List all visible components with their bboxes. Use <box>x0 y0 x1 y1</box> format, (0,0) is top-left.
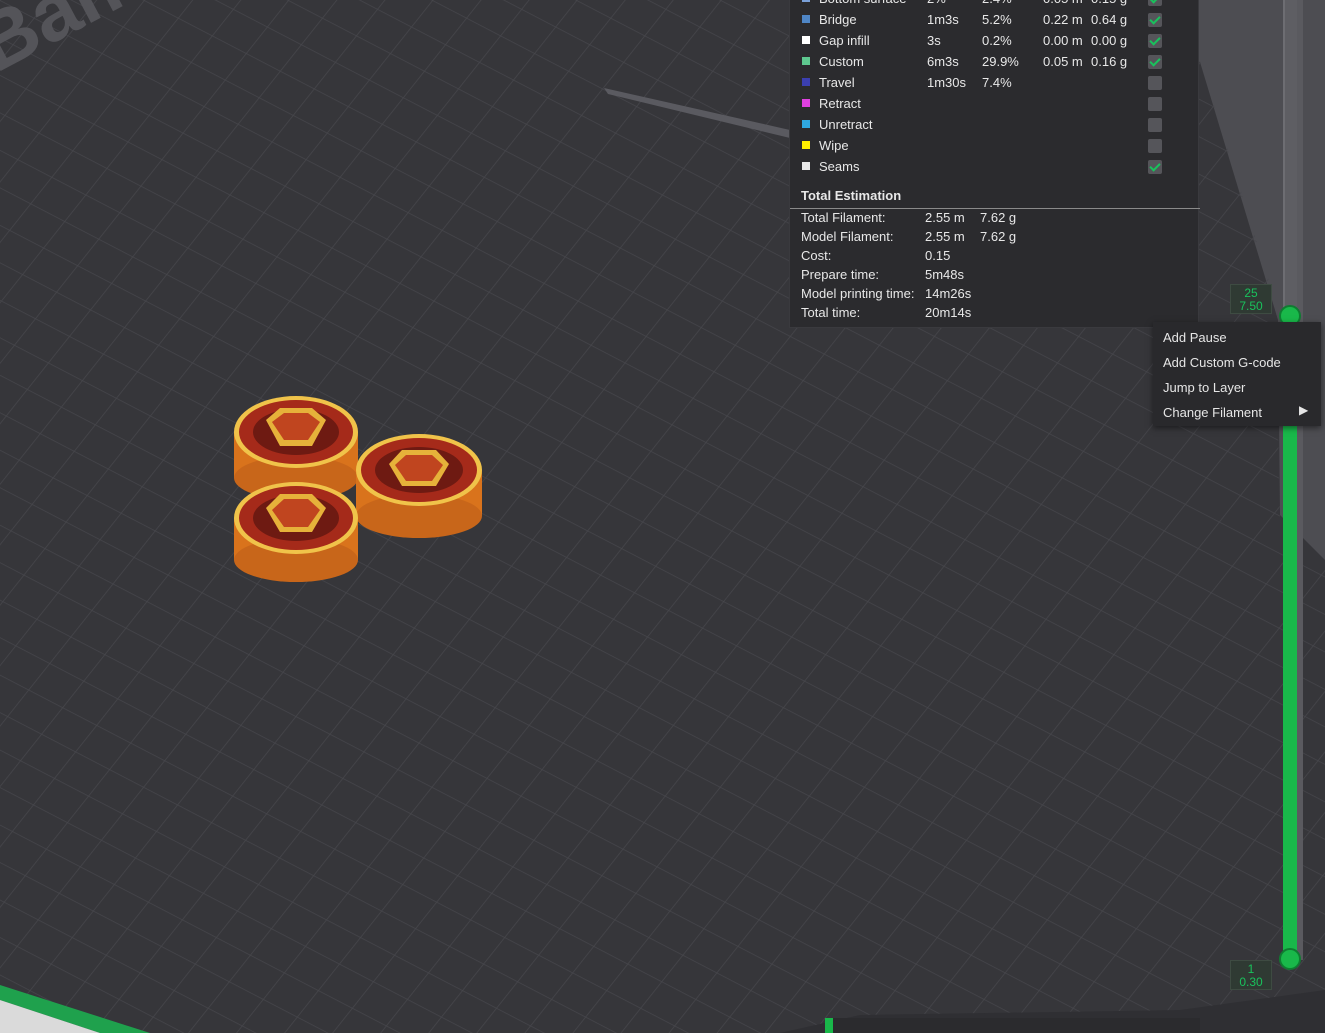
total-value: 0.15 <box>925 248 951 263</box>
menu-item-add-custom-gcode[interactable]: Add Custom G-code <box>1153 349 1321 374</box>
top-layer-height: 7.50 <box>1239 299 1263 313</box>
legend-visibility-checkbox[interactable] <box>1148 160 1162 174</box>
legend-visibility-checkbox[interactable] <box>1148 97 1162 111</box>
legend-visibility-checkbox[interactable] <box>1148 55 1162 69</box>
layer-slider-upper-rail[interactable] <box>1283 0 1297 316</box>
slider-rail <box>1297 0 1303 960</box>
legend-feature-weight: 0.64 g <box>1091 12 1128 27</box>
legend-row-custom: Custom 6m3s 29.9% 0.05 m 0.16 g <box>790 52 1200 73</box>
legend-swatch <box>802 99 810 107</box>
legend-row-travel: Travel 1m30s 7.4% <box>790 73 1200 94</box>
legend-feature-name: Bottom surface <box>819 0 906 6</box>
legend-feature-weight: 0.15 g <box>1091 0 1127 6</box>
sliced-part-3[interactable] <box>234 482 358 582</box>
legend-visibility-checkbox[interactable] <box>1148 13 1162 27</box>
sliced-part-2[interactable] <box>356 434 482 538</box>
total-row: Cost: 0.15 <box>790 247 1200 266</box>
legend-row-unretract: Unretract <box>790 115 1200 136</box>
total-row: Total time: 20m14s <box>790 304 1200 323</box>
total-label: Prepare time: <box>801 267 880 282</box>
total-row: Model Filament: 2.55 m 7.62 g <box>790 228 1200 247</box>
legend-feature-name: Custom <box>819 54 864 69</box>
legend-feature-length: 0.05 m <box>1043 0 1083 6</box>
gcode-legend-panel: Bottom surface 2% 2.4% 0.05 m 0.15 g Bridge 1m… <box>789 0 1200 328</box>
layer-context-menu: Add Pause Add Custom G-code Jump to Laye… <box>1153 322 1321 426</box>
legend-feature-percent: 0.2% <box>982 33 1012 48</box>
legend-feature-time: 6m3s <box>927 54 959 69</box>
bottom-toolbar-accent <box>825 1018 833 1033</box>
bottom-layer-label: 1 0.30 <box>1230 960 1272 990</box>
legend-feature-name: Wipe <box>819 138 849 153</box>
legend-row-retract: Retract <box>790 94 1200 115</box>
legend-visibility-checkbox[interactable] <box>1148 0 1162 6</box>
total-value: 2.55 m <box>925 210 965 225</box>
menu-item-jump-to-layer[interactable]: Jump to Layer <box>1153 374 1321 399</box>
total-row: Model printing time: 14m26s <box>790 285 1200 304</box>
total-value: 5m48s <box>925 267 965 282</box>
legend-feature-percent: 5.2% <box>982 12 1012 27</box>
total-label: Total time: <box>801 305 861 320</box>
legend-feature-percent: 2.4% <box>982 0 1012 6</box>
total-value: 2.55 m <box>925 229 965 244</box>
legend-swatch <box>802 57 810 65</box>
legend-swatch <box>802 162 810 170</box>
legend-row-seams: Seams <box>790 157 1200 178</box>
legend-swatch <box>802 0 810 2</box>
legend-swatch <box>802 15 810 23</box>
submenu-arrow-icon: ▶ <box>1299 403 1309 417</box>
bottom-toolbar <box>825 1018 1200 1033</box>
total-label: Total Filament: <box>801 210 886 225</box>
legend-swatch <box>802 141 810 149</box>
total-label: Model Filament: <box>801 229 894 244</box>
legend-feature-percent: 7.4% <box>982 75 1012 90</box>
bottom-layer-height: 0.30 <box>1239 975 1263 989</box>
legend-feature-time: 1m3s <box>927 12 959 27</box>
legend-feature-percent: 29.9% <box>982 54 1019 69</box>
legend-visibility-checkbox[interactable] <box>1148 34 1162 48</box>
legend-row-bottom-surface: Bottom surface 2% 2.4% 0.05 m 0.15 g <box>790 0 1200 10</box>
total-row: Total Filament: 2.55 m 7.62 g <box>790 209 1200 228</box>
legend-swatch <box>802 120 810 128</box>
legend-row-bridge: Bridge 1m3s 5.2% 0.22 m 0.64 g <box>790 10 1200 31</box>
legend-feature-time: 1m30s <box>927 75 967 90</box>
total-label: Cost: <box>801 248 832 263</box>
legend-feature-time: 2% <box>927 0 946 6</box>
legend-swatch <box>802 36 810 44</box>
legend-feature-length: 0.05 m <box>1043 54 1083 69</box>
legend-feature-time: 3s <box>927 33 941 48</box>
legend-feature-weight: 0.00 g <box>1091 33 1128 48</box>
total-estimation-title: Total Estimation <box>801 188 902 203</box>
legend-row-wipe: Wipe <box>790 136 1200 157</box>
legend-feature-name: Unretract <box>819 117 873 132</box>
total-value: 14m26s <box>925 286 972 301</box>
legend-swatch <box>802 78 810 86</box>
legend-feature-weight: 0.16 g <box>1091 54 1128 69</box>
total-weight: 7.62 g <box>980 229 1017 244</box>
total-value: 20m14s <box>925 305 972 320</box>
menu-item-change-filament[interactable]: Change Filament ▶ <box>1153 399 1321 424</box>
total-label: Model printing time: <box>801 286 915 301</box>
legend-feature-name: Travel <box>819 75 855 90</box>
legend-feature-name: Bridge <box>819 12 857 27</box>
legend-row-gap-infill: Gap infill 3s 0.2% 0.00 m 0.00 g <box>790 31 1200 52</box>
legend-feature-length: 0.00 m <box>1043 33 1083 48</box>
legend-visibility-checkbox[interactable] <box>1148 139 1162 153</box>
legend-feature-name: Gap infill <box>819 33 870 48</box>
total-row: Prepare time: 5m48s <box>790 266 1200 285</box>
legend-feature-length: 0.22 m <box>1043 12 1083 27</box>
legend-feature-name: Seams <box>819 159 860 174</box>
legend-feature-name: Retract <box>819 96 861 111</box>
total-weight: 7.62 g <box>980 210 1017 225</box>
menu-item-add-pause[interactable]: Add Pause <box>1153 324 1321 349</box>
legend-visibility-checkbox[interactable] <box>1148 118 1162 132</box>
legend-visibility-checkbox[interactable] <box>1148 76 1162 90</box>
top-layer-label: 25 7.50 <box>1230 284 1272 314</box>
layer-slider-bottom-handle[interactable] <box>1279 948 1301 970</box>
